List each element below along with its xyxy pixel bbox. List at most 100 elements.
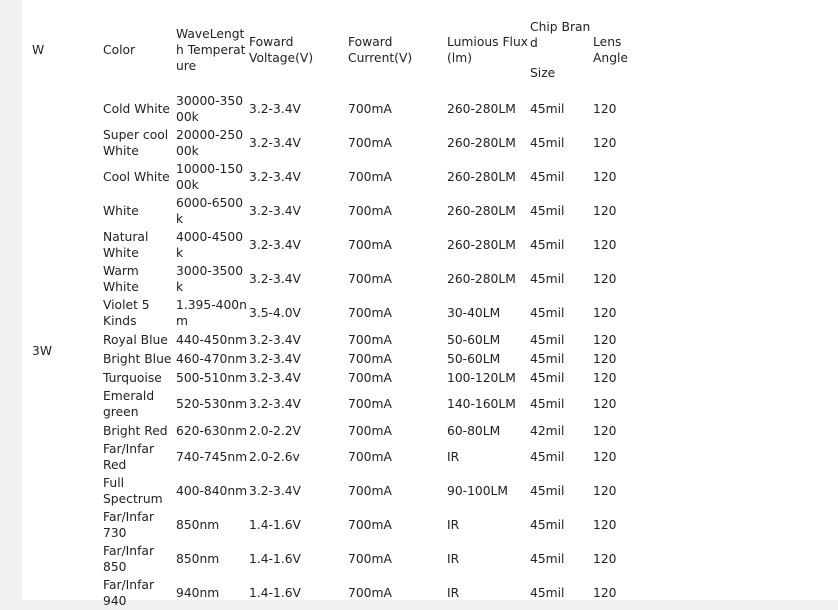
cell-lens: 120 (593, 370, 617, 385)
cell-current: 700mA (348, 518, 392, 532)
cell-current: 700mA (348, 423, 392, 438)
table-body: 3W Cold White 30000-35000k 3.2-3.4V 700mA 260… (32, 92, 660, 610)
cell-wave: 500-510nm (176, 370, 248, 385)
table-row: Bright Blue 460-470nm 3.2-3.4V 700mA 50-60LM… (32, 349, 660, 368)
cell-color: Super cool White (103, 128, 169, 158)
cell-size: 45mil (530, 518, 565, 532)
header-chip: Chip Brand Size (530, 8, 593, 92)
table-row: Natural White 4000-4500k 3.2-3.4V 700mA 260-… (32, 228, 660, 262)
cell-voltage: 3.2-3.4V (249, 272, 301, 286)
cell-size: 45mil (530, 484, 565, 498)
cell-color: Natural White (103, 230, 149, 260)
cell-current: 700mA (348, 204, 392, 218)
cell-size: 45mil (530, 552, 565, 566)
table-row: Far/Infar 850 850nm 1.4-1.6V 700mA IR 45mil 12… (32, 542, 660, 576)
cell-color: Cold White (103, 102, 170, 116)
cell-size: 45mil (530, 332, 565, 347)
cell-lens: 120 (593, 397, 617, 411)
cell-voltage: 3.2-3.4V (249, 370, 301, 385)
cell-size: 45mil (530, 351, 565, 366)
cell-current: 700mA (348, 484, 392, 498)
table-row: Bright Red 620-630nm 2.0-2.2V 700mA 60-80LM 4… (32, 421, 660, 440)
document-page: W Color WaveLength Temperature Foward Vo… (22, 0, 838, 608)
cell-voltage: 1.4-1.6V (249, 586, 301, 600)
cell-voltage: 2.0-2.6v (249, 450, 300, 464)
cell-color: Turquoise (103, 370, 162, 385)
cell-current: 700mA (348, 136, 392, 150)
cell-current: 700mA (348, 170, 392, 184)
header-current: Foward Current(V) (348, 35, 413, 65)
cell-wave: 440-450nm (176, 332, 248, 347)
cell-wave: 3000-3500k (176, 264, 244, 294)
cell-color: Far/Infar 940 (103, 578, 155, 608)
header-row: W Color WaveLength Temperature Foward Vo… (32, 8, 660, 92)
table-row: Full Spectrum 400-840nm 3.2-3.4V 700mA 90-10… (32, 474, 660, 508)
cell-color: Violet 5 Kinds (103, 298, 150, 328)
cell-flux: IR (447, 450, 460, 464)
cell-color: Far/Infar 850 (103, 544, 155, 574)
cell-wave: 850nm (176, 552, 220, 566)
cell-color: Bright Red (103, 423, 168, 438)
cell-color: White (103, 204, 139, 218)
table-row: Violet 5 Kinds 1.395-400nm 3.5-4.0V 700mA 30… (32, 296, 660, 330)
cell-size: 45mil (530, 102, 565, 116)
table-row: Far/Infar 940 940nm 1.4-1.6V 700mA IR 45mil 12… (32, 576, 660, 610)
cell-current: 700mA (348, 552, 392, 566)
cell-flux: 260-280LM (447, 136, 516, 150)
cell-lens: 120 (593, 204, 617, 218)
cell-wave: 1.395-400nm (176, 298, 247, 328)
cell-current: 700mA (348, 370, 392, 385)
cell-size: 45mil (530, 370, 565, 385)
cell-color: Far/Infar 730 (103, 510, 155, 540)
cell-lens: 120 (593, 332, 617, 347)
cell-wave: 620-630nm (176, 423, 248, 438)
cell-voltage: 3.2-3.4V (249, 102, 301, 116)
cell-current: 700mA (348, 332, 392, 347)
cell-color: Full Spectrum (103, 476, 163, 506)
cell-size: 45mil (530, 397, 565, 411)
cell-lens: 120 (593, 170, 617, 184)
cell-size: 45mil (530, 136, 565, 150)
cell-wave: 6000-6500k (176, 196, 244, 226)
cell-lens: 120 (593, 484, 617, 498)
cell-flux: 260-280LM (447, 272, 516, 286)
cell-wave: 940nm (176, 586, 220, 600)
cell-lens: 120 (593, 306, 617, 320)
cell-wave: 520-530nm (176, 397, 248, 411)
cell-flux: 60-80LM (447, 423, 501, 438)
table-row: Super cool White 20000-25000k 3.2-3.4V 700m… (32, 126, 660, 160)
cell-lens: 120 (593, 423, 617, 438)
cell-lens: 120 (593, 586, 617, 600)
cell-color: Cool White (103, 170, 170, 184)
cell-wave: 30000-35000k (176, 94, 244, 124)
cell-voltage: 3.5-4.0V (249, 306, 301, 320)
cell-wave: 850nm (176, 518, 220, 532)
cell-flux: IR (447, 586, 460, 600)
cell-voltage: 3.2-3.4V (249, 397, 301, 411)
cell-size: 42mil (530, 423, 565, 438)
cell-voltage: 3.2-3.4V (249, 170, 301, 184)
header-chip-brand: Chip Brand (530, 20, 591, 50)
header-chip-size: Size (530, 66, 556, 80)
header-voltage: Foward Voltage(V) (249, 35, 314, 65)
cell-color: Royal Blue (103, 332, 168, 347)
cell-wave: 20000-25000k (176, 128, 244, 158)
cell-lens: 120 (593, 351, 617, 366)
header-w: W (32, 43, 45, 57)
cell-lens: 120 (593, 238, 617, 252)
table-row: 3W Cold White 30000-35000k 3.2-3.4V 700mA 260… (32, 92, 660, 358)
cell-wave: 4000-4500k (176, 230, 244, 260)
table-row: Cool White 10000-15000k 3.2-3.4V 700mA 260-2… (32, 160, 660, 194)
cell-size: 45mil (530, 586, 565, 600)
cell-flux: 260-280LM (447, 238, 516, 252)
table-row: Far/Infar 730 850nm 1.4-1.6V 700mA IR 45mil 12… (32, 508, 660, 542)
cell-voltage: 3.2-3.4V (249, 204, 301, 218)
cell-lens: 120 (593, 272, 617, 286)
cell-size: 45mil (530, 272, 565, 286)
cell-flux: IR (447, 552, 460, 566)
cell-wave: 740-745nm (176, 450, 248, 464)
cell-voltage: 3.2-3.4V (249, 238, 301, 252)
cell-current: 700mA (348, 586, 392, 600)
cell-size: 45mil (530, 306, 565, 320)
cell-current: 700mA (348, 272, 392, 286)
